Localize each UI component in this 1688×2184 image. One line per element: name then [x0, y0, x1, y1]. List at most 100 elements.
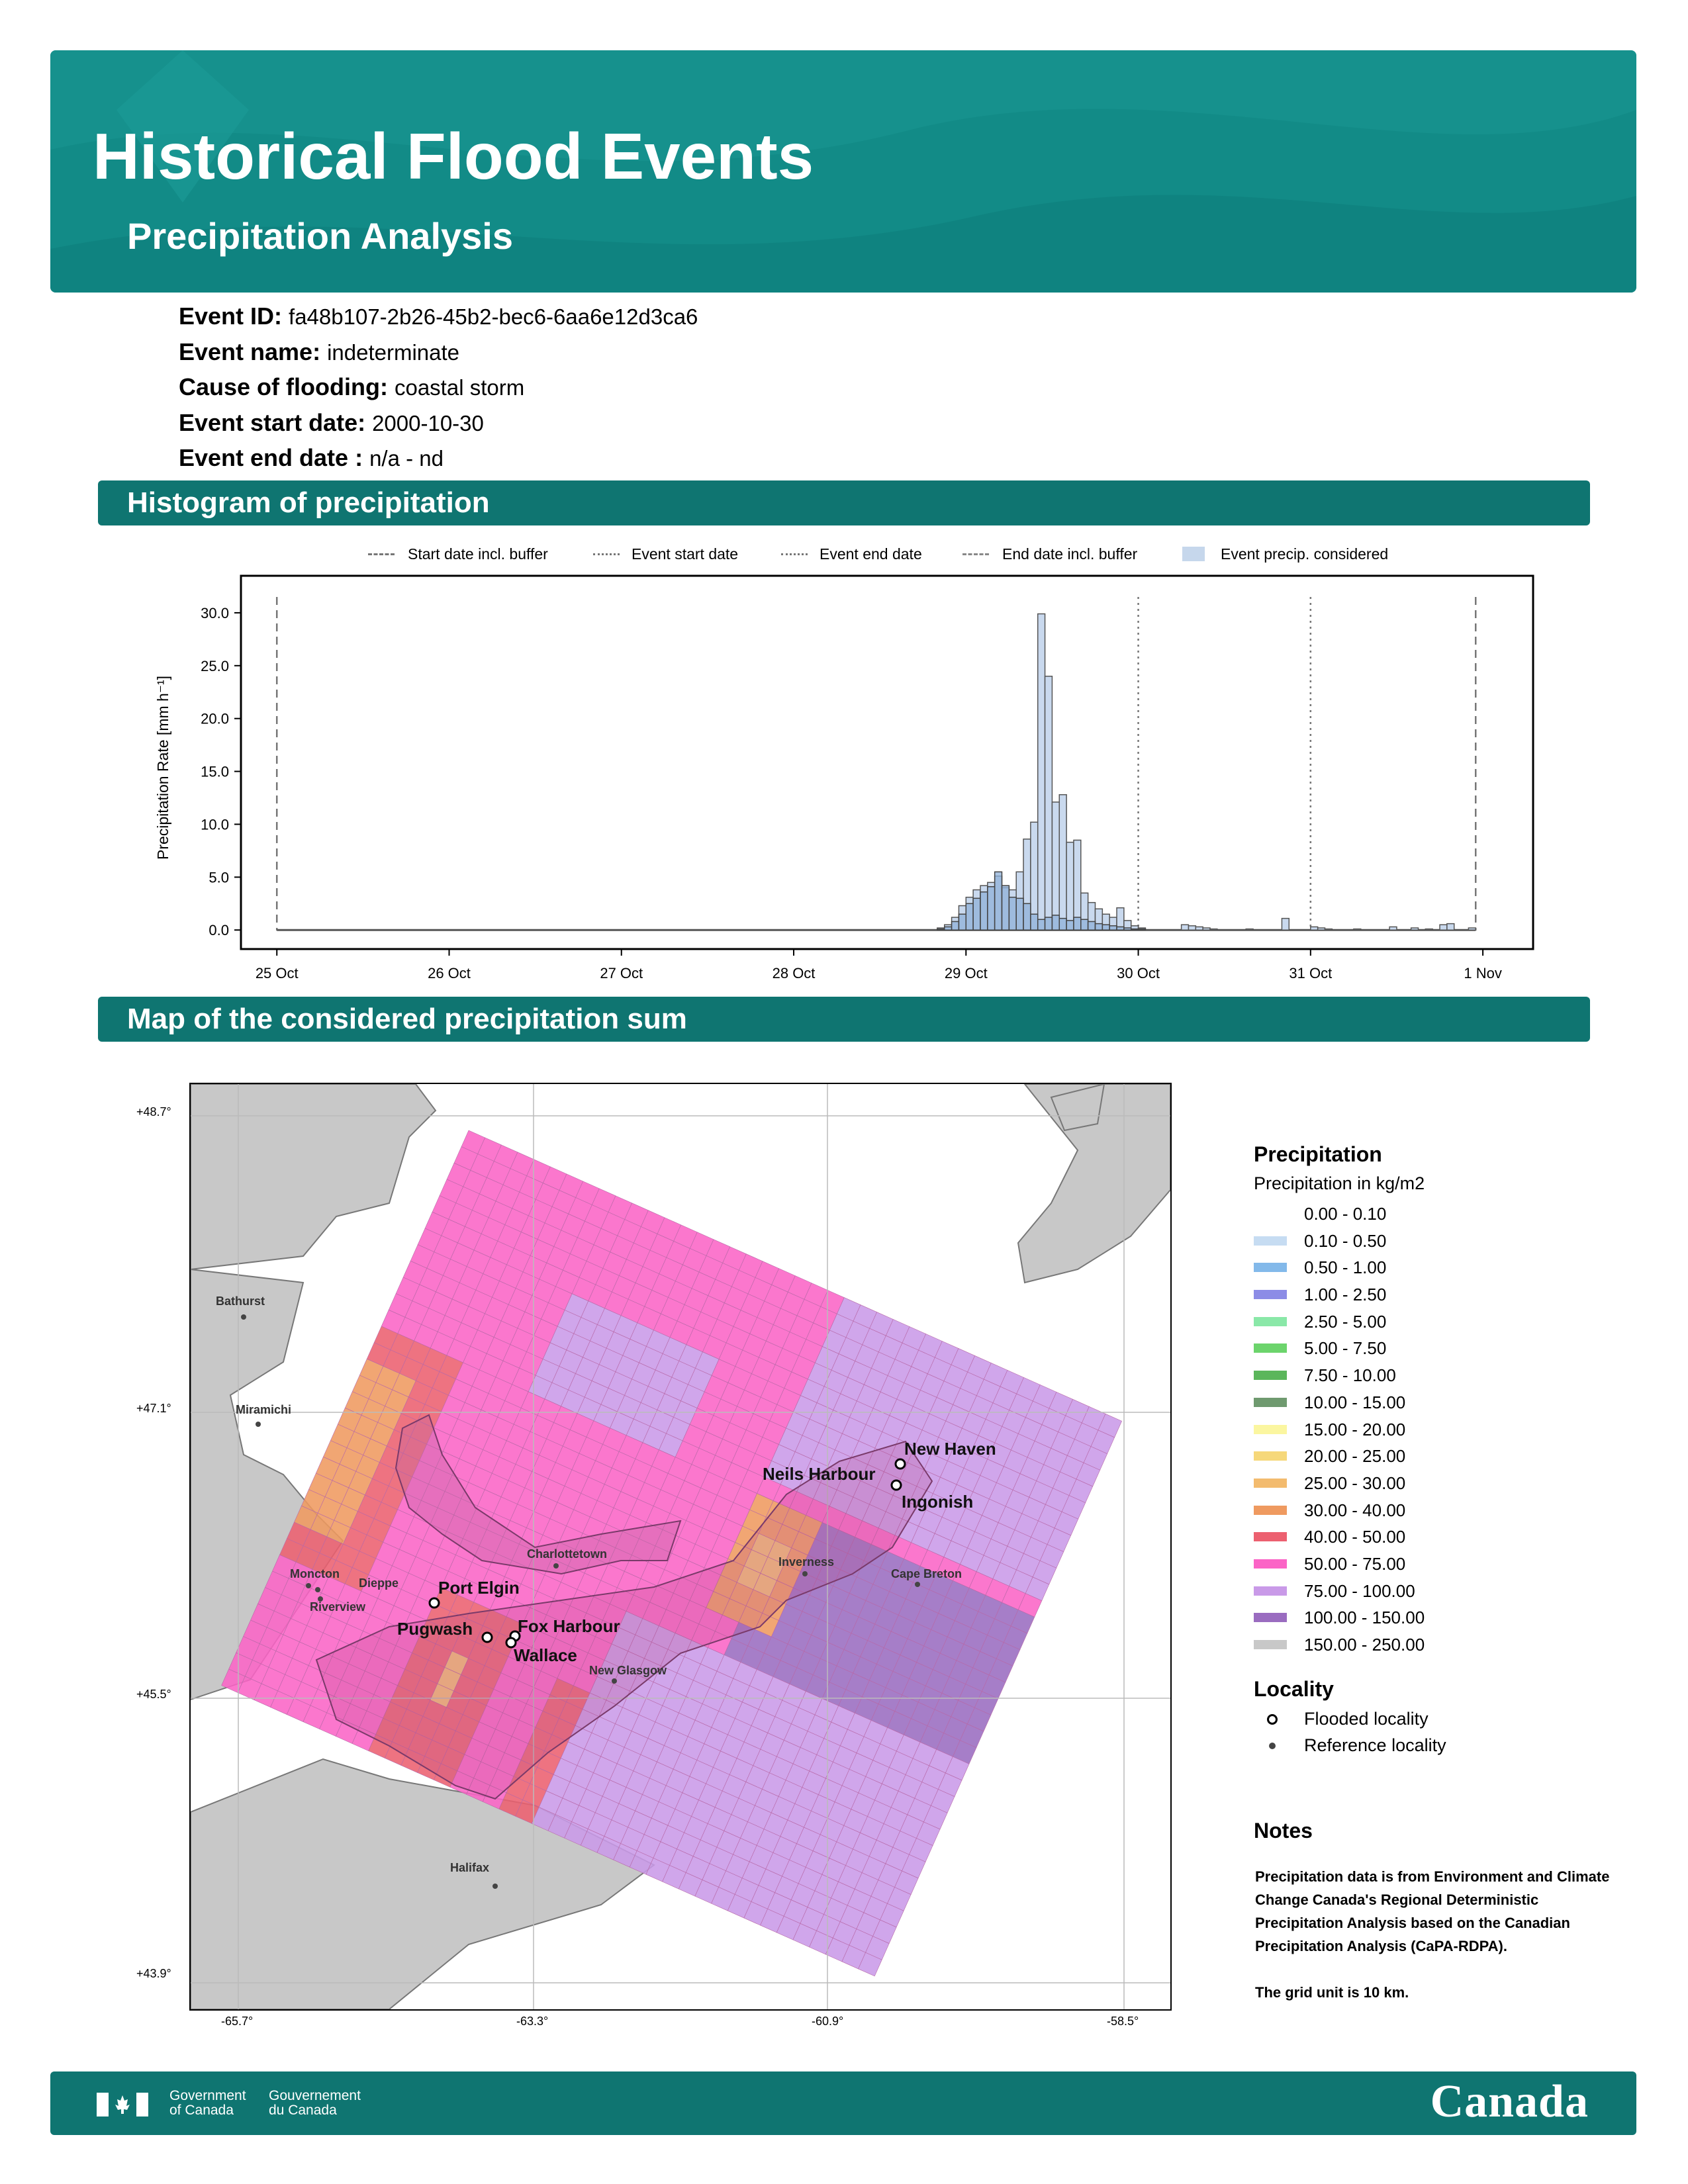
legend-class-label: 0.50 - 1.00 — [1304, 1257, 1387, 1278]
histogram-section-title: Histogram of precipitation — [127, 486, 490, 519]
considered-bar — [1389, 926, 1397, 931]
x-tick-label: 28 Oct — [773, 965, 816, 981]
considered-bar — [1058, 794, 1067, 931]
legend-class-row: 50.00 - 75.00 — [1254, 1551, 1446, 1578]
considered-bar — [1188, 925, 1197, 931]
legend-class-row: 1.00 - 2.50 — [1254, 1281, 1446, 1308]
notes-text-1: Precipitation data is from Environment a… — [1255, 1868, 1610, 1954]
lon-tick-2: -63.3° — [516, 2015, 549, 2028]
legend-class-swatch — [1254, 1640, 1287, 1649]
locality-moncton: Moncton — [290, 1567, 340, 1580]
secondary-bar — [965, 903, 974, 931]
x-tick-label: 25 Oct — [256, 965, 299, 981]
considered-bar — [1037, 613, 1046, 931]
legend-class-swatch — [1254, 1586, 1287, 1596]
considered-bar — [1317, 927, 1326, 931]
locality-wallace: Wallace — [514, 1645, 577, 1665]
legend-class-swatch — [1254, 1451, 1287, 1461]
event-end-label: Event end date : — [179, 444, 363, 471]
secondary-bar — [1030, 913, 1039, 931]
secondary-bar — [1001, 885, 1010, 931]
secondary-bar — [1044, 917, 1053, 931]
x-tick-label: 1 Nov — [1464, 965, 1501, 981]
gov-en-wordmark: Government of Canada — [169, 2089, 246, 2118]
legend-class-row: 100.00 - 150.00 — [1254, 1604, 1446, 1631]
event-start-value: 2000-10-30 — [372, 410, 484, 435]
legend-class-row: 25.00 - 30.00 — [1254, 1470, 1446, 1497]
event-start-row: Event start date: 2000-10-30 — [179, 406, 698, 441]
legend-class-swatch — [1254, 1263, 1287, 1273]
gov-fr-line-2: du Canada — [269, 2103, 337, 2118]
event-end-value: n/a - nd — [369, 446, 444, 471]
lat-tick-2: +47.1° — [136, 1402, 171, 1415]
quebec-land — [191, 1084, 437, 1271]
secondary-bar — [958, 913, 967, 931]
legend-class-label: 100.00 - 150.00 — [1304, 1608, 1425, 1628]
y-tick-label: 10.0 — [201, 816, 229, 833]
legend-class-swatch — [1254, 1371, 1287, 1381]
map-canvas: Bathurst Miramichi Charlottetown Inverne… — [191, 1084, 1170, 2009]
legend-title: Precipitation — [1254, 1142, 1382, 1166]
legend-class-swatch — [1254, 1236, 1287, 1246]
legend-considered-label: Event precip. considered — [1221, 545, 1389, 563]
locality-charlottetown: Charlottetown — [527, 1547, 607, 1561]
secondary-bar — [972, 897, 981, 931]
considered-bar — [1209, 928, 1218, 931]
legend-class-row: 0.10 - 0.50 — [1254, 1228, 1446, 1255]
locality-port-elgin: Port Elgin — [438, 1578, 520, 1598]
map-section-title: Map of the considered precipitation sum — [127, 1003, 687, 1035]
y-axis: 0.0 5.0 10.0 15.0 20.0 25.0 30.0 — [201, 605, 241, 938]
legend-event-end-label: Event end date — [820, 545, 922, 563]
legend-event-end-line — [781, 553, 808, 555]
legend-class-row: 0.50 - 1.00 — [1254, 1254, 1446, 1281]
secondary-bar — [1073, 917, 1082, 931]
considered-bar — [1066, 841, 1074, 931]
reference-marker-icon — [1269, 1742, 1276, 1749]
event-end-row: Event end date : n/a - nd — [179, 441, 698, 477]
locality-fox-harbour: Fox Harbour — [518, 1616, 620, 1636]
considered-bar — [1425, 928, 1433, 931]
secondary-bar — [1015, 897, 1024, 931]
precipitation-map: Bathurst Miramichi Charlottetown Inverne… — [189, 1083, 1172, 2011]
legend-class-label: 0.00 - 0.10 — [1304, 1204, 1387, 1224]
legend-class-label: 50.00 - 75.00 — [1304, 1553, 1406, 1574]
secondary-bar — [1130, 928, 1139, 931]
legend-class-label: 5.00 - 7.50 — [1304, 1338, 1387, 1359]
considered-bar — [1324, 928, 1333, 931]
legend-subtitle: Precipitation in kg/m2 — [1254, 1173, 1425, 1193]
y-tick-label: 15.0 — [201, 764, 229, 780]
secondary-bar — [1137, 928, 1147, 931]
legend-considered-swatch — [1182, 547, 1205, 561]
notes-text-2: The grid unit is 10 km. — [1255, 1984, 1409, 2001]
legend-end-buffer-line — [962, 553, 989, 555]
event-id-row: Event ID: fa48b107-2b26-45b2-bec6-6aa6e12… — [179, 299, 698, 335]
legend-class-row: 15.00 - 20.00 — [1254, 1416, 1446, 1443]
considered-bar — [1245, 928, 1254, 931]
locality-halifax: Halifax — [450, 1861, 489, 1874]
considered-bar — [1202, 927, 1211, 931]
lat-tick-3: +45.5° — [136, 1688, 171, 1701]
y-tick-label: 5.0 — [209, 869, 229, 886]
secondary-bar — [1008, 896, 1017, 931]
secondary-bar — [937, 928, 945, 931]
x-axis: 25 Oct 26 Oct 27 Oct 28 Oct 29 Oct 30 Oct 31 O… — [256, 949, 1502, 981]
considered-bar — [1310, 926, 1319, 931]
legend-class-row: 20.00 - 25.00 — [1254, 1443, 1446, 1470]
secondary-bar — [1080, 919, 1089, 931]
legend-class-swatch — [1254, 1478, 1287, 1488]
lon-tick-3: -60.9° — [812, 2015, 844, 2028]
y-tick-label: 25.0 — [201, 658, 229, 674]
legend-class-row: 7.50 - 10.00 — [1254, 1362, 1446, 1389]
y-tick-label: 20.0 — [201, 711, 229, 727]
legend-class-row: 0.00 - 0.10 — [1254, 1201, 1446, 1228]
legend-class-label: 1.00 - 2.50 — [1304, 1285, 1387, 1305]
legend-class-label: 40.00 - 50.00 — [1304, 1527, 1406, 1547]
secondary-bar — [1051, 915, 1060, 931]
legend-class-swatch — [1254, 1613, 1287, 1623]
legend-class-row: 150.00 - 250.00 — [1254, 1631, 1446, 1659]
chart-legend: Start date incl. buffer Event start date… — [0, 537, 1688, 570]
considered-bar — [1281, 917, 1290, 931]
legend-class-row: 40.00 - 50.00 — [1254, 1524, 1446, 1551]
secondary-bar — [1023, 903, 1031, 931]
y-tick-label: 30.0 — [201, 605, 229, 621]
